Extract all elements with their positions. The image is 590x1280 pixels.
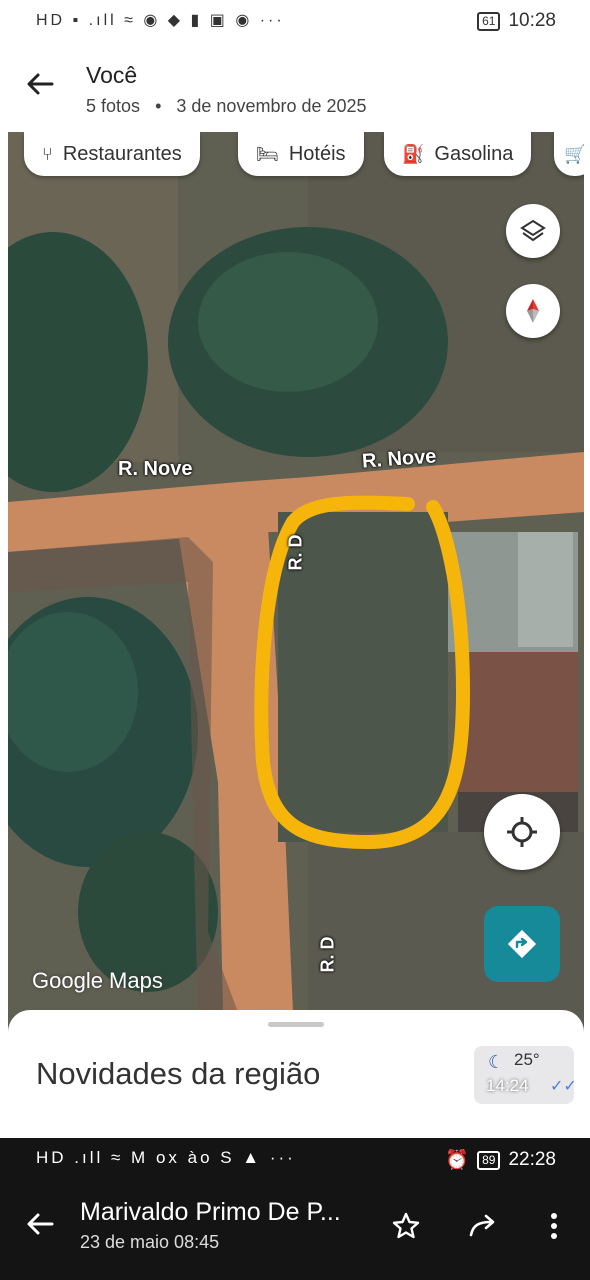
alarm-icon: ⏰ <box>445 1150 470 1171</box>
more-vertical-icon <box>551 1213 557 1239</box>
news-sheet[interactable]: Novidades da região ☾ 25° 14:24 ✓✓ <box>8 1010 584 1130</box>
battery-icon: 61 <box>477 11 501 31</box>
hotel-icon: 🛏 <box>256 143 279 164</box>
cart-icon: 🛒 <box>564 143 584 164</box>
compass-button[interactable] <box>506 284 560 338</box>
street-label: R. D <box>317 936 338 973</box>
chip-gas[interactable]: ⛽ Gasolina <box>384 132 532 176</box>
top-status-bar: HD ▪ .ıll ≈ ◉ ◆ ▮ ▣ ◉ ··· 61 10:28 <box>0 0 590 42</box>
sheet-handle[interactable] <box>268 1022 324 1027</box>
status-icons: HD ▪ .ıll ≈ ◉ ◆ ▮ ▣ ◉ ··· <box>36 12 285 29</box>
temperature: 25° <box>514 1050 540 1069</box>
album-date: 3 de novembro de 2025 <box>176 96 367 116</box>
back-arrow-icon[interactable] <box>24 68 56 100</box>
battery-icon: 89 <box>477 1150 501 1170</box>
directions-button[interactable] <box>484 906 560 982</box>
sender-name: Marivaldo Primo De P... <box>80 1198 341 1226</box>
layers-button[interactable] <box>506 204 560 258</box>
chip-hotels[interactable]: 🛏 Hotéis <box>238 132 364 176</box>
meta-separator: • <box>155 96 162 116</box>
message-date: 23 de maio 08:45 <box>80 1232 220 1252</box>
star-button[interactable] <box>388 1208 424 1244</box>
album-meta: 5 fotos • 3 de novembro de 2025 <box>86 96 367 117</box>
sheet-title: Novidades da região <box>36 1056 321 1091</box>
street-label: R. D <box>285 534 306 571</box>
crosshair-icon <box>507 817 537 847</box>
chip-restaurants[interactable]: ⑂ Restaurantes <box>24 132 200 176</box>
status-icons: HD .ıll ≈ M ox ào S ▲ ··· <box>36 1148 296 1167</box>
my-location-button[interactable] <box>484 794 560 870</box>
star-icon <box>392 1212 420 1239</box>
moon-icon: ☾ <box>488 1052 505 1072</box>
photo-count: 5 fotos <box>86 96 141 116</box>
album-header: Você 5 fotos • 3 de novembro de 2025 <box>0 42 590 132</box>
viewer-bar: HD .ıll ≈ M ox ào S ▲ ··· ⏰ 89 22:28 Mar… <box>0 1138 590 1280</box>
layers-icon <box>520 219 546 242</box>
street-label: R. Nove <box>118 458 193 480</box>
time-overlay: 14:24 <box>486 1076 529 1095</box>
directions-icon <box>507 929 537 959</box>
forward-button[interactable] <box>466 1208 502 1244</box>
satellite-image <box>8 132 584 1032</box>
bottom-status-bar: HD .ıll ≈ M ox ào S ▲ ··· ⏰ 89 22:28 <box>0 1138 590 1180</box>
read-checkmarks-icon: ✓✓ <box>550 1078 577 1095</box>
more-options-button[interactable] <box>536 1208 572 1244</box>
album-title: Você <box>86 62 138 88</box>
compass-icon <box>527 299 539 323</box>
back-arrow-icon[interactable] <box>24 1208 56 1240</box>
forward-icon <box>469 1214 495 1237</box>
weather-badge: ☾ 25° 14:24 ✓✓ <box>474 1046 577 1104</box>
restaurant-icon: ⑂ <box>42 143 53 164</box>
status-time: 10:28 <box>508 10 556 31</box>
google-maps-attribution: Google Maps <box>32 968 163 993</box>
gas-station-icon: ⛽ <box>402 143 425 164</box>
chip-more[interactable]: 🛒 <box>554 132 584 176</box>
status-time: 22:28 <box>508 1149 556 1170</box>
map-view[interactable]: ⑂ Restaurantes 🛏 Hotéis ⛽ Gasolina 🛒 R. … <box>8 132 584 1032</box>
